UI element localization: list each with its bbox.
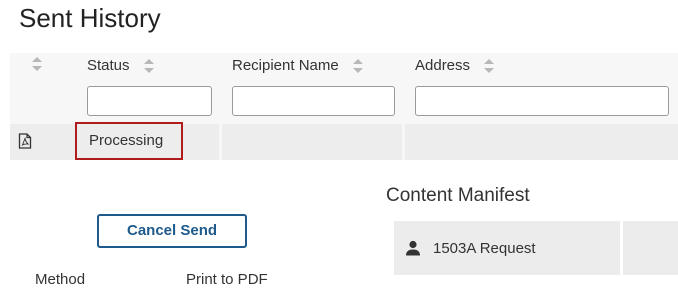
pdf-file-icon[interactable] (18, 133, 32, 149)
sort-icon[interactable] (484, 59, 495, 73)
column-header-address[interactable]: Address (415, 57, 495, 75)
column-header-status[interactable]: Status (87, 57, 154, 75)
address-filter-input[interactable] (415, 86, 669, 116)
column-header-icon[interactable] (32, 57, 42, 71)
cell-divider (402, 124, 405, 160)
status-filter-input[interactable] (87, 86, 212, 116)
column-header-label: Recipient Name (232, 57, 339, 74)
sort-icon[interactable] (32, 57, 42, 71)
status-cell[interactable]: Processing (75, 122, 183, 160)
cancel-send-button[interactable]: Cancel Send (97, 214, 247, 248)
method-value: Print to PDF (186, 271, 268, 288)
column-header-recipient-name[interactable]: Recipient Name (232, 57, 363, 75)
content-manifest-title: Content Manifest (386, 185, 530, 206)
manifest-item-cell (623, 221, 678, 275)
page-title: Sent History (19, 3, 161, 33)
recipient-name-filter-input[interactable] (232, 86, 395, 116)
column-header-label: Status (87, 57, 130, 74)
method-label: Method (35, 271, 86, 288)
cell-divider (219, 124, 222, 160)
manifest-item-label: 1503A Request (433, 239, 536, 257)
sort-icon[interactable] (352, 59, 363, 73)
manifest-item[interactable]: 1503A Request (394, 221, 620, 275)
column-header-label: Address (415, 57, 471, 74)
sort-icon[interactable] (143, 59, 154, 73)
person-icon (406, 240, 420, 256)
